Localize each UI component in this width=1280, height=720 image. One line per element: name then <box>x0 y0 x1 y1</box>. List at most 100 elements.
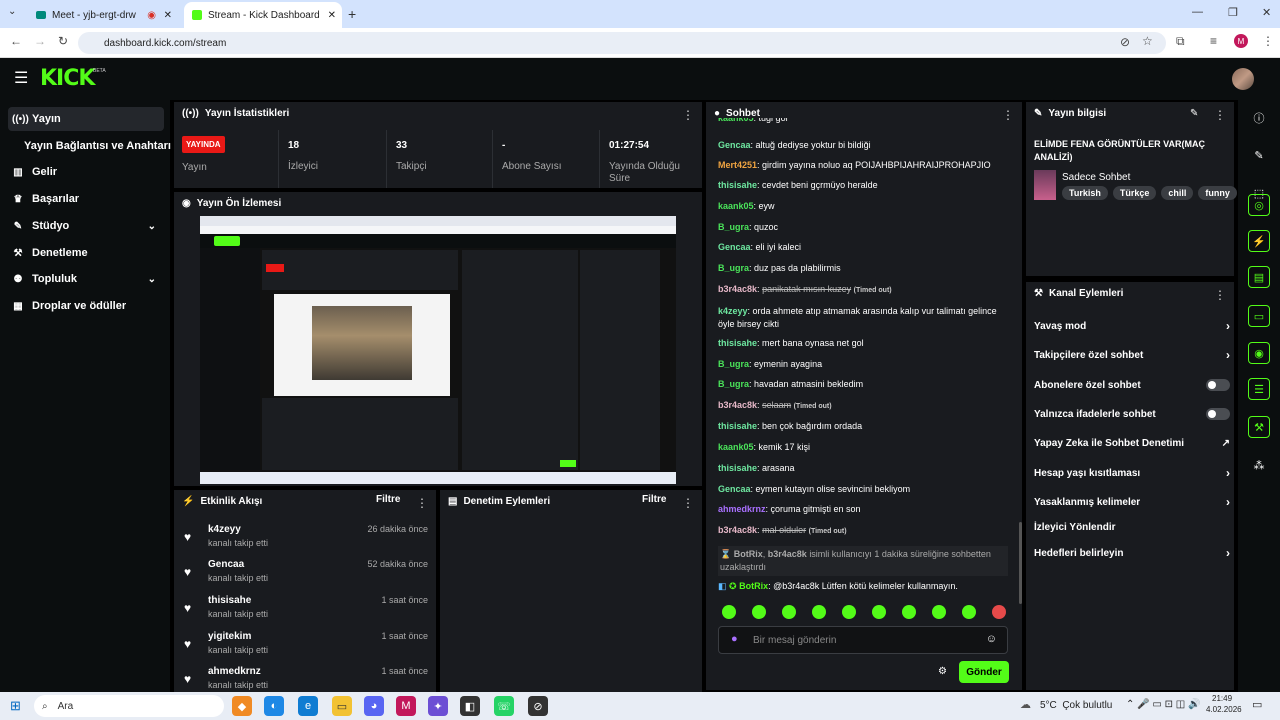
activity-user[interactable]: ahmedkrnz <box>208 666 261 677</box>
sidebar-item-stream-key[interactable]: Yayın Bağlantısı ve Anahtarı <box>20 134 171 158</box>
app-icon[interactable]: ◧ <box>460 696 480 716</box>
message-user[interactable]: B_ugra <box>718 222 749 232</box>
message-user[interactable]: BotRix <box>734 549 763 559</box>
activity-user[interactable]: thisisahe <box>208 595 251 606</box>
microphone-icon[interactable]: ● <box>731 633 738 645</box>
document-icon[interactable]: ▤ <box>1248 266 1270 288</box>
maximize-icon[interactable]: ❐ <box>1228 6 1238 19</box>
chat-icon[interactable]: ▭ <box>1248 305 1270 327</box>
more-options-icon[interactable]: ⋮ <box>416 496 428 510</box>
system-tray-icon[interactable]: ⌃ 🎤 ▭ ⊡ ◫ 🔊 <box>1126 699 1200 710</box>
emote-icon[interactable] <box>962 605 976 619</box>
more-options-icon[interactable]: ⋮ <box>682 496 694 510</box>
back-icon[interactable]: ← <box>10 34 22 48</box>
emote-icon[interactable] <box>782 605 796 619</box>
action-host[interactable]: İzleyici Yönlendir <box>1034 517 1230 537</box>
bolt-icon[interactable]: ⚡ <box>1248 230 1270 252</box>
message-user[interactable]: thisisahe <box>718 180 757 190</box>
category-thumbnail[interactable] <box>1034 170 1056 200</box>
activity-user[interactable]: k4zeyy <box>208 524 241 535</box>
chrome-profile-icon[interactable]: M <box>396 696 416 716</box>
menu-icon[interactable]: ⋮ <box>1262 34 1274 48</box>
info-icon[interactable]: ⓘ <box>1248 107 1270 129</box>
file-explorer-icon[interactable]: ▭ <box>332 696 352 716</box>
message-user[interactable]: Gencaa <box>718 140 751 150</box>
sidebar-item-topluluk[interactable]: ⚉ Topluluk ⌄ <box>8 267 164 291</box>
message-target[interactable]: b3r4ac8k <box>768 549 807 559</box>
emote-icon[interactable] <box>932 605 946 619</box>
sidebar-item-denetleme[interactable]: ⚒ Denetleme <box>8 241 164 265</box>
filter-button[interactable]: Filtre <box>642 494 666 505</box>
emote-icon[interactable] <box>752 605 766 619</box>
edge-icon[interactable]: e <box>298 696 318 716</box>
more-options-icon[interactable]: ⋮ <box>1214 108 1226 122</box>
message-user[interactable]: B_ugra <box>718 359 749 369</box>
emoji-icon[interactable]: ☺ <box>986 633 997 645</box>
broadcast-icon[interactable]: ◉ <box>1248 342 1270 364</box>
action-banned-words[interactable]: Yasaklanmış kelimeler › <box>1034 492 1230 512</box>
filter-button[interactable]: Filtre <box>376 494 400 505</box>
action-followers-only[interactable]: Takipçilere özel sohbet › <box>1034 345 1230 365</box>
more-options-icon[interactable]: ⋮ <box>682 108 694 122</box>
gear-icon[interactable]: ⚙ <box>938 666 947 677</box>
clock-date[interactable]: 4.02.2026 <box>1206 705 1242 714</box>
emote-icon[interactable] <box>722 605 736 619</box>
toggle-switch[interactable] <box>1206 408 1230 420</box>
close-window-icon[interactable]: ✕ <box>1262 6 1271 19</box>
emote-icon[interactable] <box>902 605 916 619</box>
kick-logo[interactable]: KICK <box>40 66 95 91</box>
toggle-switch[interactable] <box>1206 379 1230 391</box>
sidebar-item-studyo[interactable]: ✎ Stüdyo ⌄ <box>8 214 164 238</box>
tag-pill[interactable]: chill <box>1161 186 1194 200</box>
edit-icon[interactable]: ✎ <box>1190 108 1198 119</box>
tag-pill[interactable]: funny <box>1198 186 1237 200</box>
reload-icon[interactable]: ↻ <box>58 34 68 48</box>
activity-user[interactable]: yigitekim <box>208 631 251 642</box>
message-user[interactable]: b3r4ac8k <box>718 525 757 535</box>
tag-pill[interactable]: Turkish <box>1062 186 1108 200</box>
close-tab-icon[interactable]: ✕ <box>328 10 336 21</box>
message-user[interactable]: BotRix <box>739 581 768 591</box>
category-name[interactable]: Sadece Sohbet <box>1062 172 1130 183</box>
focus-icon[interactable]: ◎ <box>1248 194 1270 216</box>
clock-time[interactable]: 21:49 <box>1212 694 1232 703</box>
sidebar-item-yayin[interactable]: ((•)) Yayın <box>8 107 164 131</box>
message-user[interactable]: B_ugra <box>718 379 749 389</box>
app-icon[interactable]: ⊘ <box>528 696 548 716</box>
message-user[interactable]: k4zeyy <box>718 306 748 316</box>
whatsapp-icon[interactable]: ☏ <box>494 696 514 716</box>
user-avatar[interactable] <box>1232 68 1254 90</box>
emote-icon[interactable] <box>842 605 856 619</box>
profile-avatar[interactable]: M <box>1234 34 1248 48</box>
message-user[interactable]: b3r4ac8k <box>718 284 757 294</box>
action-ai-moderation[interactable]: Yapay Zeka ile Sohbet Denetimi ↗ <box>1034 433 1230 453</box>
list-icon[interactable]: ☰ <box>1248 378 1270 400</box>
windows-start-icon[interactable]: ⊞ <box>10 698 21 714</box>
tab-search-icon[interactable]: ⌄ <box>8 6 16 17</box>
app-icon[interactable]: ◐ <box>264 696 284 716</box>
reading-list-icon[interactable]: ≡ <box>1210 34 1217 48</box>
message-user[interactable]: Gencaa <box>718 242 751 252</box>
extensions-icon[interactable]: ⧉ <box>1176 34 1185 49</box>
taskbar-search[interactable]: ⌕ Ara <box>34 695 224 717</box>
sidebar-item-basarilar[interactable]: ♛ Başarılar <box>8 187 164 211</box>
message-user[interactable]: Mert4251 <box>718 160 757 170</box>
message-user[interactable]: kaank05 <box>718 201 754 211</box>
forward-icon[interactable]: → <box>34 34 46 48</box>
eye-off-icon[interactable]: ⊘ <box>1120 35 1130 49</box>
url-input[interactable]: dashboard.kick.com/stream <box>78 32 1166 54</box>
message-user[interactable]: thisisahe <box>718 421 757 431</box>
tag-pill[interactable]: Türkçe <box>1112 186 1157 200</box>
more-options-icon[interactable]: ⋮ <box>1214 288 1226 302</box>
discord-icon[interactable]: ◕ <box>364 696 384 716</box>
minimize-icon[interactable]: — <box>1192 6 1203 18</box>
message-user[interactable]: thisisahe <box>718 338 757 348</box>
close-tab-icon[interactable]: ✕ <box>164 10 172 21</box>
action-account-age[interactable]: Hesap yaşı kısıtlaması › <box>1034 463 1230 483</box>
send-button[interactable]: Gönder <box>959 661 1009 683</box>
add-widget-icon[interactable]: ⁂ <box>1248 454 1270 476</box>
sidebar-item-droplar[interactable]: ▦ Droplar ve ödüller <box>8 294 164 318</box>
action-slow-mode[interactable]: Yavaş mod › <box>1034 316 1230 336</box>
chat-input[interactable]: ● Bir mesaj gönderin ☺ <box>718 626 1008 654</box>
app-icon[interactable]: ✦ <box>428 696 448 716</box>
